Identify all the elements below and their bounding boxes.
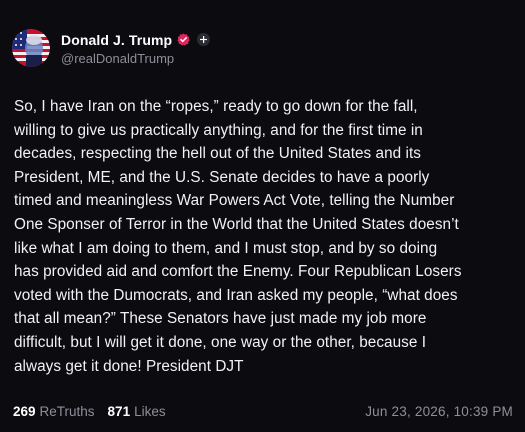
- post-header: Donald J. Trump @realDonaldTrump: [12, 29, 211, 67]
- likes-stat[interactable]: 871 Likes: [108, 404, 166, 419]
- post-timestamp[interactable]: Jun 23, 2026, 10:39 PM: [365, 404, 513, 419]
- avatar[interactable]: [12, 29, 50, 67]
- verified-badge-icon: [177, 33, 190, 46]
- author-display-name[interactable]: Donald J. Trump: [61, 32, 172, 48]
- author-name-row: Donald J. Trump: [61, 30, 211, 49]
- likes-label: Likes: [134, 404, 166, 419]
- avatar-flag-portrait-icon: [12, 29, 50, 67]
- post-text: So, I have Iran on the “ropes,” ready to…: [14, 98, 462, 375]
- plus-icon[interactable]: [197, 33, 211, 46]
- author-handle[interactable]: @realDonaldTrump: [61, 51, 210, 66]
- author-names: Donald J. Trump @realDonaldTrump: [61, 30, 211, 66]
- retruths-count: 269: [13, 404, 36, 419]
- retruths-stat[interactable]: 269 ReTruths: [13, 404, 95, 419]
- likes-count: 871: [107, 404, 131, 419]
- post-footer: 269 ReTruths 871 Likes Jun 23, 2026, 10:39…: [13, 404, 513, 419]
- post-card: Donald J. Trump @realDonaldTrump So, I h…: [0, 0, 525, 432]
- retruths-label: ReTruths: [39, 404, 95, 419]
